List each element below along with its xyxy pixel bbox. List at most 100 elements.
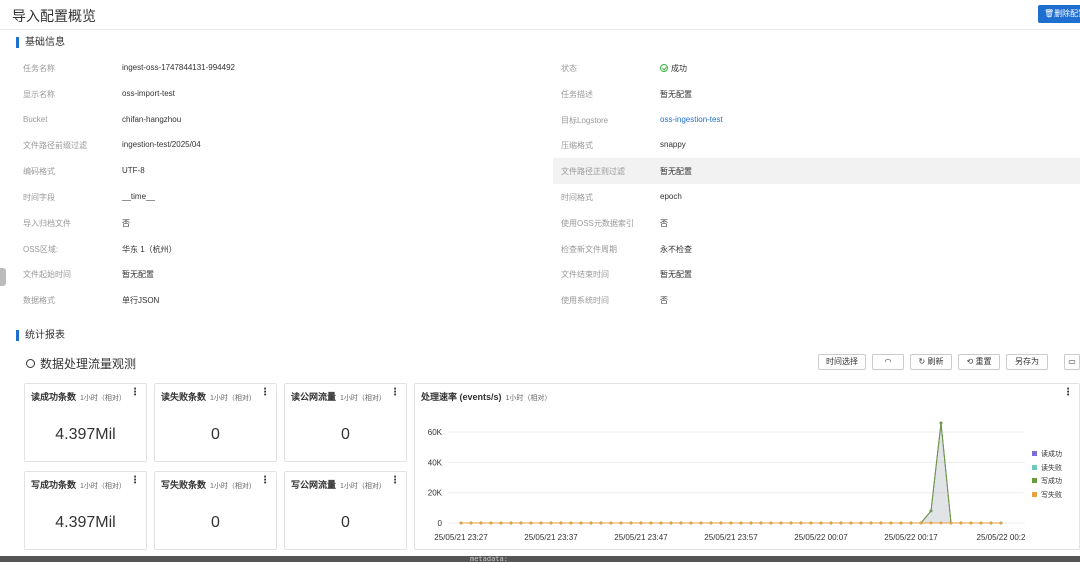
section-title-basic-info: 基础信息 bbox=[16, 37, 65, 48]
info-value: snappy bbox=[660, 140, 686, 150]
refresh-icon: ↻ bbox=[918, 357, 926, 366]
legend-label: 读成功 bbox=[1041, 451, 1062, 458]
legend-swatch bbox=[1032, 451, 1037, 456]
legend-label: 写失败 bbox=[1041, 491, 1062, 499]
card-title: 读失败条数 1小时（相对） bbox=[161, 390, 256, 403]
info-label: 时间格式 bbox=[561, 193, 593, 202]
card-subtitle: 1小时（相对） bbox=[80, 483, 126, 490]
more-icon[interactable]: ⋮ bbox=[1063, 388, 1073, 398]
chart-panel-subtitle: 1小时（相对） bbox=[505, 395, 552, 402]
target-logstore-link[interactable]: oss-ingestion-test bbox=[660, 115, 723, 124]
info-row: 检查新文件周期 永不检查 bbox=[0, 236, 1080, 262]
legend-item[interactable]: 写成功 bbox=[1032, 476, 1062, 490]
save-as-button[interactable]: 另存为 bbox=[1006, 354, 1048, 370]
info-row: 时间格式 epoch bbox=[0, 184, 1080, 210]
info-row: 使用系统时间 否 bbox=[0, 287, 1080, 313]
status-text: 成功 bbox=[671, 64, 687, 73]
card-value: 4.397Mil bbox=[55, 514, 116, 531]
more-icon[interactable]: ⋮ bbox=[260, 476, 270, 486]
more-icon[interactable]: ⋮ bbox=[130, 476, 140, 486]
metric-card-write-fail: 写失败条数 1小时（相对） ⋮ 0 bbox=[154, 471, 277, 550]
legend-swatch bbox=[1032, 478, 1037, 483]
card-value: 0 bbox=[341, 426, 350, 443]
metric-card-read-public-traffic: 读公网流量 1小时（相对） ⋮ 0 bbox=[284, 383, 407, 462]
legend-label: 写成功 bbox=[1041, 478, 1062, 485]
reset-label: 重置 bbox=[975, 357, 992, 366]
section-title-stats: 统计报表 bbox=[16, 330, 65, 341]
delete-config-button[interactable]: 🗑删除配置 bbox=[1038, 5, 1080, 23]
legend-label: 读失败 bbox=[1041, 464, 1062, 472]
card-title-text: 读公网流量 bbox=[291, 392, 337, 402]
card-value: 0 bbox=[211, 514, 220, 531]
dashboard-title: 数据处理流量观测 bbox=[26, 355, 136, 372]
chart-legend: 读成功读失败写成功写失败 bbox=[1032, 449, 1062, 503]
delete-config-label: 删除配置 bbox=[1054, 9, 1080, 18]
refresh-button[interactable]: ↻ 刷新 bbox=[910, 354, 952, 370]
speedometer-button[interactable]: ◠ bbox=[872, 354, 904, 370]
info-value: epoch bbox=[660, 192, 682, 201]
more-icon[interactable]: ⋮ bbox=[390, 476, 400, 486]
info-value: 暂无配置 bbox=[660, 270, 692, 280]
legend-swatch bbox=[1032, 491, 1037, 497]
info-label: 文件路径正则过滤 bbox=[561, 167, 625, 177]
card-subtitle: 1小时（相对） bbox=[340, 395, 386, 402]
chart-panel-processing-rate: 处理速率 (events/s) 1小时（相对） ⋮ bbox=[414, 383, 1080, 550]
reset-button[interactable]: ⟲ 重置 bbox=[958, 354, 1000, 370]
card-title-text: 写成功条数 bbox=[31, 480, 77, 490]
chart-panel-title-text: 处理速率 (events/s) bbox=[421, 392, 502, 402]
bottom-strip-text: metadata: bbox=[470, 555, 508, 562]
card-title: 读公网流量 1小时（相对） bbox=[291, 390, 386, 403]
info-value: 暂无配置 bbox=[660, 89, 692, 99]
info-value: 否 bbox=[660, 218, 668, 228]
legend-swatch bbox=[1032, 464, 1037, 470]
page-title: 导入配置概览 bbox=[12, 8, 96, 24]
legend-item[interactable]: 读失败 bbox=[1032, 463, 1062, 477]
card-title-text: 读成功条数 bbox=[31, 392, 77, 402]
dashboard-icon bbox=[26, 359, 35, 368]
card-subtitle: 1小时（相对） bbox=[210, 395, 256, 402]
card-title: 写公网流量 1小时（相对） bbox=[291, 478, 386, 491]
metric-card-write-success: 写成功条数 1小时（相对） ⋮ 4.397Mil bbox=[24, 471, 147, 550]
info-label: 目标Logstore bbox=[561, 115, 609, 125]
card-title: 写失败条数 1小时（相对） bbox=[161, 478, 256, 491]
card-title: 写成功条数 1小时（相对） bbox=[31, 478, 126, 491]
top-bar: 导入配置概览 🗑删除配置 bbox=[0, 0, 1080, 30]
info-label: 任务描述 bbox=[561, 89, 593, 99]
success-check-icon bbox=[660, 64, 668, 72]
legend-item[interactable]: 读成功 bbox=[1032, 449, 1062, 463]
comment-icon: ▭ bbox=[1068, 357, 1076, 366]
card-title-text: 写失败条数 bbox=[161, 480, 207, 490]
info-row: 文件结束时间 暂无配置 bbox=[0, 261, 1080, 287]
info-row: 任务描述 暂无配置 bbox=[0, 81, 1080, 107]
card-subtitle: 1小时（相对） bbox=[340, 483, 386, 490]
metric-card-write-public-traffic: 写公网流量 1小时（相对） ⋮ 0 bbox=[284, 471, 407, 550]
time-select-button[interactable]: 时间选择 bbox=[818, 354, 866, 370]
legend-item[interactable]: 写失败 bbox=[1032, 490, 1062, 504]
card-value: 0 bbox=[341, 514, 350, 531]
sidebar-toggle-handle[interactable] bbox=[0, 268, 6, 286]
status-value: 成功 bbox=[660, 63, 687, 74]
info-row: 压缩格式 snappy bbox=[0, 132, 1080, 158]
card-title-text: 写公网流量 bbox=[291, 480, 337, 490]
comment-button[interactable]: ▭ bbox=[1064, 354, 1080, 370]
card-subtitle: 1小时（相对） bbox=[80, 395, 126, 402]
info-label: 状态 bbox=[561, 64, 577, 73]
refresh-label: 刷新 bbox=[927, 357, 944, 366]
info-row: 状态 成功 bbox=[0, 55, 1080, 81]
chart-panel-title: 处理速率 (events/s) 1小时（相对） bbox=[421, 390, 551, 403]
more-icon[interactable]: ⋮ bbox=[390, 388, 400, 398]
more-icon[interactable]: ⋮ bbox=[130, 388, 140, 398]
card-title: 读成功条数 1小时（相对） bbox=[31, 390, 126, 403]
info-row: 使用OSS元数据索引 否 bbox=[0, 210, 1080, 236]
info-label: 检查新文件周期 bbox=[561, 244, 617, 254]
dashboard-title-text: 数据处理流量观测 bbox=[40, 357, 137, 371]
info-label: 使用系统时间 bbox=[561, 296, 609, 306]
metric-card-read-fail: 读失败条数 1小时（相对） ⋮ 0 bbox=[154, 383, 277, 462]
card-value: 4.397Mil bbox=[55, 426, 116, 443]
info-label: 文件结束时间 bbox=[561, 270, 609, 280]
info-row: 文件路径正则过滤 暂无配置 bbox=[0, 158, 1080, 184]
card-title-text: 读失败条数 bbox=[161, 392, 207, 402]
trash-icon: 🗑 bbox=[1044, 9, 1055, 18]
info-value: 暂无配置 bbox=[660, 167, 692, 177]
more-icon[interactable]: ⋮ bbox=[260, 388, 270, 398]
